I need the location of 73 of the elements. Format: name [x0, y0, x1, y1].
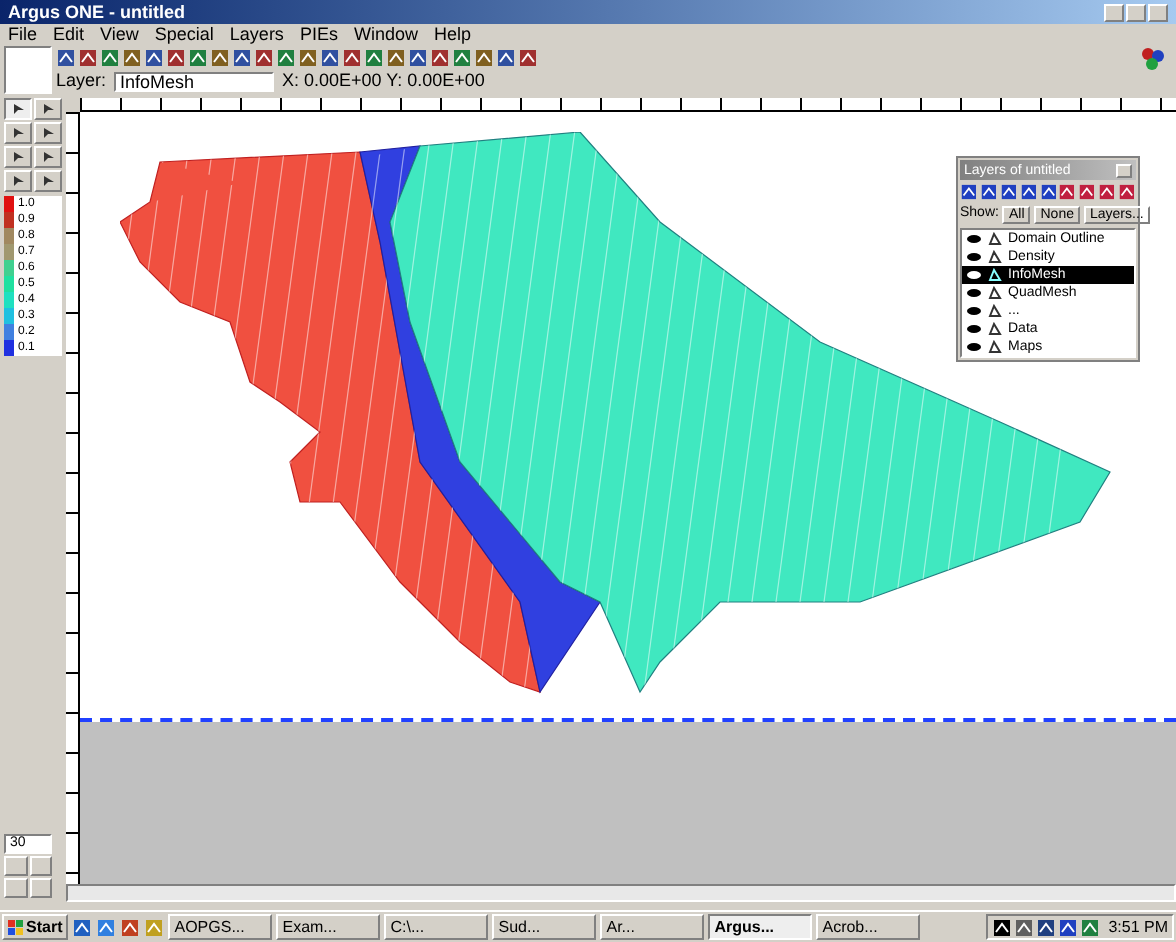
taskbar-button[interactable]: Argus... — [708, 914, 813, 940]
coordinates-readout: X: 0.00E+00 Y: 0.00E+00 — [282, 68, 485, 95]
tool-button[interactable] — [4, 98, 32, 120]
zoom-button[interactable] — [4, 856, 27, 876]
clock: 3:51 PM — [1108, 919, 1168, 935]
layer-tool-icon[interactable] — [960, 182, 978, 202]
toolbar-icon[interactable] — [364, 48, 384, 68]
minimize-button[interactable] — [1104, 3, 1124, 21]
menu-item[interactable]: File — [8, 26, 38, 44]
quick-launch-icon[interactable] — [120, 917, 141, 937]
quick-launch-icon[interactable] — [72, 917, 93, 937]
toolbar-icon[interactable] — [166, 48, 186, 68]
layer-tool-icon[interactable] — [1118, 182, 1137, 202]
tray-icon[interactable] — [1036, 917, 1057, 937]
layer-label: Layer: — [56, 68, 107, 95]
toolbar-icon[interactable] — [122, 48, 142, 68]
layer-tool-icon[interactable] — [999, 182, 1018, 202]
windows-logo-icon — [8, 919, 24, 935]
toolbar-icon[interactable] — [386, 48, 406, 68]
tray-icon[interactable] — [992, 917, 1013, 937]
taskbar-button[interactable]: Sud... — [492, 914, 597, 940]
overview-thumbnail[interactable] — [4, 46, 52, 94]
toolbar-icon[interactable] — [298, 48, 318, 68]
toolbar-icon[interactable] — [144, 48, 164, 68]
toolbar-icon[interactable] — [210, 48, 230, 68]
layer-tool-icon[interactable] — [1058, 182, 1077, 202]
toolbar-icon[interactable] — [342, 48, 362, 68]
layer-tool-icon[interactable] — [1039, 182, 1057, 202]
tray-icon[interactable] — [1058, 917, 1079, 937]
menu-item[interactable]: Help — [433, 26, 471, 44]
toolbar-icon[interactable] — [78, 48, 98, 68]
layer-tool-icon[interactable] — [979, 182, 998, 202]
start-button[interactable]: Start — [2, 914, 69, 940]
menu-item[interactable]: Window — [353, 26, 418, 44]
zoom-button[interactable] — [4, 878, 27, 898]
taskbar-button[interactable]: Acrob... — [816, 914, 921, 940]
taskbar-button[interactable]: AOPGS... — [168, 914, 273, 940]
window-title: Argus ONE - untitled — [8, 3, 185, 21]
toolbar-icon[interactable] — [430, 48, 450, 68]
drawing-canvas[interactable] — [80, 112, 1176, 722]
close-button[interactable] — [1116, 163, 1132, 177]
layer-dropdown[interactable]: InfoMesh — [114, 72, 275, 92]
toolbar-icon[interactable] — [518, 48, 538, 68]
toolbar-icon[interactable] — [254, 48, 274, 68]
zoom-button[interactable] — [29, 856, 52, 876]
zoom-button[interactable] — [29, 878, 52, 898]
layer-tool-icon[interactable] — [1019, 182, 1038, 202]
maximize-button[interactable] — [1126, 3, 1146, 21]
menu-item[interactable]: Edit — [53, 26, 85, 44]
toolbar-icon[interactable] — [320, 48, 340, 68]
taskbar-button[interactable]: Exam... — [276, 914, 381, 940]
taskbar-button[interactable]: Ar... — [600, 914, 705, 940]
toolbar-icon[interactable] — [188, 48, 208, 68]
tray-icon[interactable] — [1014, 917, 1035, 937]
layer-tool-icon[interactable] — [1098, 182, 1117, 202]
menu-item[interactable]: Layers — [229, 26, 284, 44]
close-button[interactable] — [1148, 3, 1168, 21]
menu-item[interactable]: View — [100, 26, 139, 44]
horizontal-scrollbar[interactable] — [66, 884, 1176, 902]
quick-launch-icon[interactable] — [96, 917, 117, 937]
toolbar-icon[interactable] — [408, 48, 428, 68]
toolbar-icon[interactable] — [496, 48, 516, 68]
toolbar-icon[interactable] — [56, 48, 76, 68]
toolbar-icon[interactable] — [452, 48, 472, 68]
toolbar-icon[interactable] — [276, 48, 296, 68]
toolbar-icon[interactable] — [474, 48, 494, 68]
layer-tool-icon[interactable] — [1078, 182, 1097, 202]
toolbar-icon[interactable] — [100, 48, 120, 68]
toolbar-icon[interactable] — [232, 48, 252, 68]
argus-logo-icon — [1140, 46, 1168, 70]
menu-item[interactable]: PIEs — [299, 26, 338, 44]
taskbar-button[interactable]: C:\... — [384, 914, 489, 940]
menu-item[interactable]: Special — [154, 26, 214, 44]
